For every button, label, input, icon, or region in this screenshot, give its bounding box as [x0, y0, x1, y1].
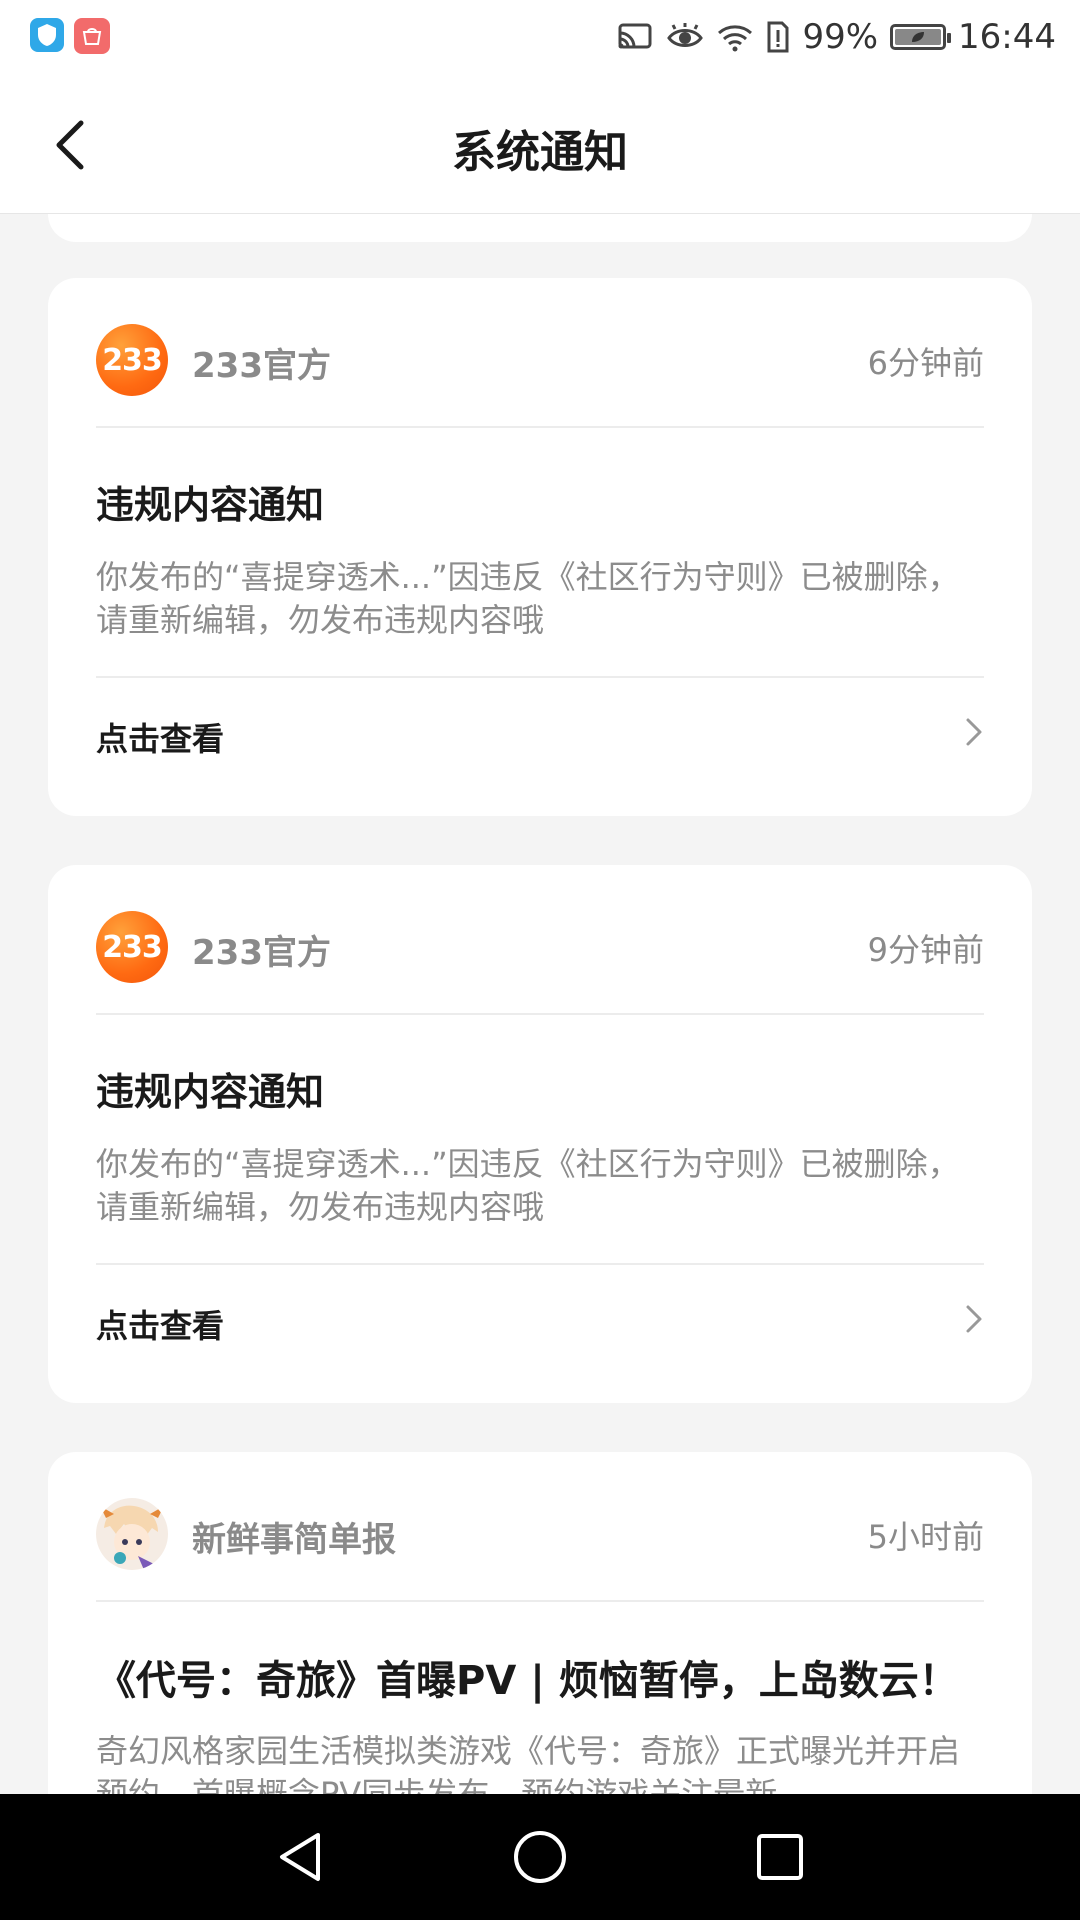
nav-back-button[interactable] — [265, 1822, 335, 1892]
card-header: 233 233官方 6分钟前 — [96, 278, 984, 428]
shield-app-icon — [30, 18, 64, 52]
system-nav-bar — [0, 1794, 1080, 1920]
timestamp: 5小时前 — [867, 1518, 984, 1556]
back-triangle-icon — [280, 1833, 320, 1881]
avatar-text: 233 — [102, 929, 163, 965]
sender-name: 233官方 — [192, 346, 331, 386]
notice-body: 你发布的“喜提穿透术...”因违反《社区行为守则》已被删除，请重新编辑，勿发布违… — [96, 1145, 960, 1226]
status-left-icons — [30, 18, 110, 54]
nav-recents-button[interactable] — [745, 1822, 815, 1892]
status-bar: 99% 16:44 — [0, 0, 1080, 74]
cast-icon — [616, 22, 654, 52]
timestamp: 6分钟前 — [867, 344, 984, 382]
previous-card-edge — [48, 214, 1032, 242]
page-title: 系统通知 — [452, 127, 628, 178]
chevron-right-icon — [966, 1305, 982, 1333]
notification-card[interactable]: 233 233官方 6分钟前 违规内容通知 你发布的“喜提穿透术...”因违反《… — [48, 278, 1032, 816]
timestamp: 9分钟前 — [867, 931, 984, 969]
chevron-right-icon — [966, 718, 982, 746]
notification-list[interactable]: 233 233官方 6分钟前 违规内容通知 你发布的“喜提穿透术...”因违反《… — [0, 214, 1080, 1794]
avatar-233-logo[interactable]: 233 — [96, 324, 168, 396]
status-right-icons: 99% 16:44 — [616, 12, 1056, 62]
avatar-233-logo[interactable]: 233 — [96, 911, 168, 983]
view-details-label: 点击查看 — [96, 1307, 225, 1345]
card-header: 新鲜事简单报 5小时前 — [96, 1452, 984, 1602]
view-details-row[interactable]: 点击查看 — [96, 678, 984, 788]
eye-comfort-icon — [666, 22, 704, 52]
notice-title: 违规内容通知 — [96, 483, 325, 527]
sim-alert-icon — [766, 21, 790, 53]
sender-name: 233官方 — [192, 933, 331, 973]
battery-percent: 99% — [802, 17, 879, 57]
avatar-text: 233 — [102, 342, 163, 378]
notice-title: 违规内容通知 — [96, 1070, 325, 1114]
battery-icon — [890, 24, 952, 50]
home-circle-icon — [514, 1831, 566, 1883]
view-details-label: 点击查看 — [96, 720, 225, 758]
clock: 16:44 — [958, 17, 1056, 57]
wifi-icon — [716, 22, 754, 52]
app-header: 系统通知 — [0, 74, 1080, 214]
notification-card[interactable]: 233 233官方 9分钟前 违规内容通知 你发布的“喜提穿透术...”因违反《… — [48, 865, 1032, 1403]
card-header: 233 233官方 9分钟前 — [96, 865, 984, 1015]
avatar-anime-character[interactable] — [96, 1498, 168, 1570]
view-details-row[interactable]: 点击查看 — [96, 1265, 984, 1375]
anime-avatar-icon — [96, 1498, 168, 1570]
sender-name: 新鲜事简单报 — [192, 1520, 396, 1560]
notice-body: 你发布的“喜提穿透术...”因违反《社区行为守则》已被删除，请重新编辑，勿发布违… — [96, 558, 960, 639]
nav-home-button[interactable] — [505, 1822, 575, 1892]
notification-card[interactable]: 新鲜事简单报 5小时前 《代号：奇旅》首曝PV | 烦恼暂停，上岛数云！ 奇幻风… — [48, 1452, 1032, 1794]
notice-body: 奇幻风格家园生活模拟类游戏《代号：奇旅》正式曝光并开启预约，首曝概念PV同步发布… — [96, 1732, 961, 1794]
recents-square-icon — [757, 1834, 803, 1880]
notice-title: 《代号：奇旅》首曝PV | 烦恼暂停，上岛数云！ — [96, 1658, 959, 1704]
huawei-store-icon — [74, 18, 110, 54]
